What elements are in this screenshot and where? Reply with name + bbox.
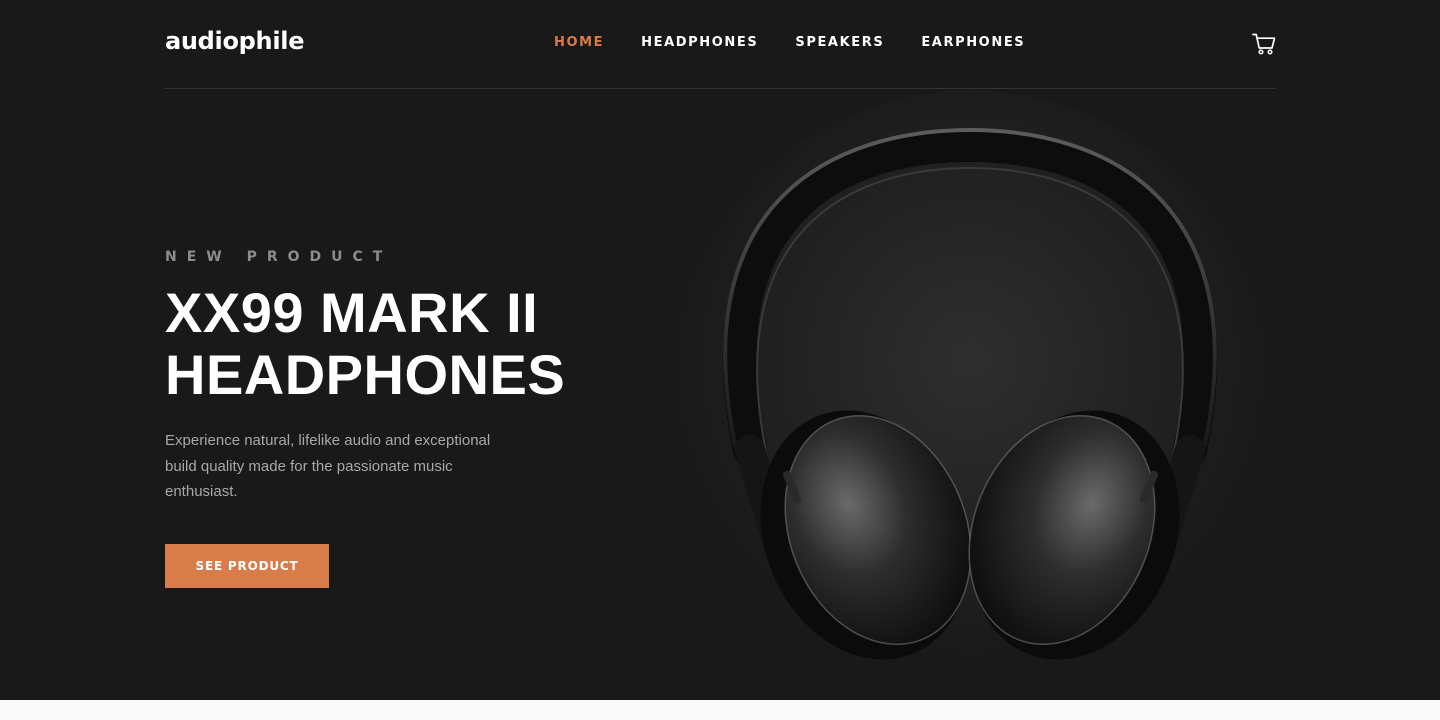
- nav-headphones[interactable]: HEADPHONES: [641, 35, 758, 50]
- product-description: Experience natural, lifelike audio and e…: [165, 432, 491, 500]
- product-title: XX99 MARK II HEADPHONES: [165, 282, 605, 406]
- see-product-button[interactable]: SEE PRODUCT: [165, 544, 329, 588]
- nav-speakers[interactable]: SPEAKERS: [795, 35, 884, 50]
- header-divider: [165, 88, 1275, 89]
- nav-home[interactable]: HOME: [554, 35, 604, 50]
- new-product-label: NEW PRODUCT: [165, 249, 393, 265]
- product-title-line-1: XX99 MARK II: [165, 281, 539, 344]
- page-body: [0, 700, 1440, 720]
- nav-earphones[interactable]: EARPHONES: [921, 35, 1025, 50]
- logo[interactable]: audiophile: [165, 27, 304, 55]
- hero-section: audiophile HOME HEADPHONES SPEAKERS EARP…: [0, 0, 1440, 700]
- cart-icon[interactable]: [1252, 33, 1276, 55]
- main-nav: HOME HEADPHONES SPEAKERS EARPHONES: [554, 35, 1025, 50]
- product-title-line-2: HEADPHONES: [165, 343, 566, 406]
- headphones-image: [670, 90, 1270, 690]
